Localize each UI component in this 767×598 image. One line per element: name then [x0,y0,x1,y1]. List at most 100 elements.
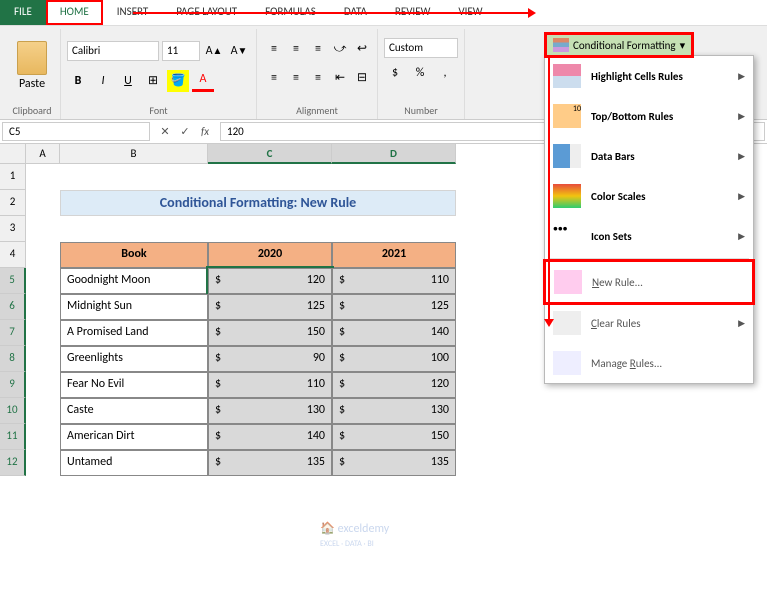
group-label-font: Font [67,102,250,119]
row-header[interactable]: 7 [0,320,26,346]
fx-icon[interactable]: fx [196,125,214,138]
cell[interactable]: A Promised Land [60,320,208,346]
row-header[interactable]: 3 [0,216,26,242]
row-header[interactable]: 5 [0,268,26,294]
menu-icon-sets[interactable]: ●●●Icon Sets▶ [545,216,753,256]
row-header[interactable]: 8 [0,346,26,372]
wrap-text-icon[interactable]: ↩ [351,38,373,60]
align-bottom-icon[interactable]: ≡ [307,38,329,60]
row-header[interactable]: 11 [0,424,26,450]
clipboard-icon [17,41,47,75]
watermark: 🏠 exceldemyEXCEL · DATA · BI [320,521,389,550]
col-header[interactable]: C [208,144,332,164]
cancel-formula-icon[interactable]: ✕ [156,125,174,138]
cell[interactable]: 2021 [332,242,456,268]
dropdown-icon: ▾ [680,39,686,52]
name-box[interactable]: C5 [2,122,150,141]
cf-label: Conditional Formatting [573,39,676,52]
chevron-right-icon: ▶ [738,71,745,82]
merge-icon[interactable]: ⊟ [351,67,373,89]
decrease-font-icon[interactable]: A▼ [228,40,250,62]
cell[interactable]: $150 [332,424,456,450]
cell[interactable]: $110 [208,372,332,398]
fill-color-button[interactable]: 🪣 [167,70,189,92]
chevron-right-icon: ▶ [738,111,745,122]
manage-rules-icon [553,351,581,375]
cell[interactable]: $130 [332,398,456,424]
cell[interactable]: Greenlights [60,346,208,372]
cell[interactable]: $140 [208,424,332,450]
row-header[interactable]: 10 [0,398,26,424]
chevron-right-icon: ▶ [738,151,745,162]
row-header[interactable]: 1 [0,164,26,190]
group-font: Calibri 11 A▲ A▼ B I U ⊞ 🪣 A Font [61,29,257,119]
underline-button[interactable]: U [117,70,139,92]
cell[interactable]: $140 [332,320,456,346]
chevron-right-icon: ▶ [738,318,745,329]
cell[interactable]: $130 [208,398,332,424]
number-format-select[interactable]: Custom [384,38,458,58]
paste-button[interactable]: Paste [10,37,54,95]
col-header[interactable]: A [26,144,60,164]
align-right-icon[interactable]: ≡ [307,67,329,89]
col-header[interactable]: D [332,144,456,164]
cell[interactable]: $110 [332,268,456,294]
menu-color-scales[interactable]: Color Scales▶ [545,176,753,216]
font-name-select[interactable]: Calibri [67,41,159,61]
cell[interactable]: Midnight Sun [60,294,208,320]
tab-home[interactable]: HOME [46,0,103,25]
percent-button[interactable]: % [409,62,431,84]
select-all-corner[interactable] [0,144,26,164]
italic-button[interactable]: I [92,70,114,92]
tab-file[interactable]: FILE [0,0,46,25]
group-label-clipboard: Clipboard [10,102,54,119]
row-header[interactable]: 12 [0,450,26,476]
cell[interactable]: $135 [332,450,456,476]
border-button[interactable]: ⊞ [142,70,164,92]
databars-icon [553,144,581,168]
align-center-icon[interactable]: ≡ [285,67,307,89]
cell[interactable]: $120 [208,268,332,294]
row-header[interactable]: 9 [0,372,26,398]
menu-manage-rules[interactable]: Manage Rules... [545,343,753,383]
cell[interactable]: $125 [208,294,332,320]
cell[interactable]: Conditional Formatting: New Rule [60,190,456,216]
row-header[interactable]: 2 [0,190,26,216]
cell[interactable]: $90 [208,346,332,372]
cell[interactable]: Fear No Evil [60,372,208,398]
group-number: Custom $ % , Number [378,29,465,119]
cell[interactable]: Goodnight Moon [60,268,208,294]
menu-highlight-cells-rules[interactable]: Highlight Cells Rules▶ [545,56,753,96]
menu-data-bars[interactable]: Data Bars▶ [545,136,753,176]
enter-formula-icon[interactable]: ✓ [176,125,194,138]
cell[interactable]: $150 [208,320,332,346]
currency-button[interactable]: $ [384,62,406,84]
col-header[interactable]: B [60,144,208,164]
bold-button[interactable]: B [67,70,89,92]
indent-dec-icon[interactable]: ⇤ [329,67,351,89]
chevron-right-icon: ▶ [738,231,745,242]
cell[interactable]: $120 [332,372,456,398]
conditional-formatting-button[interactable]: Conditional Formatting ▾ [544,32,694,58]
cell[interactable]: American Dirt [60,424,208,450]
cell[interactable]: Book [60,242,208,268]
row-header[interactable]: 6 [0,294,26,320]
cell[interactable]: 2020 [208,242,332,268]
cell[interactable]: $135 [208,450,332,476]
align-top-icon[interactable]: ≡ [263,38,285,60]
menu-clear-rules[interactable]: Clear Rules▶ [545,303,753,343]
align-middle-icon[interactable]: ≡ [285,38,307,60]
align-left-icon[interactable]: ≡ [263,67,285,89]
row-header[interactable]: 4 [0,242,26,268]
comma-button[interactable]: , [434,62,456,84]
font-color-button[interactable]: A [192,70,214,92]
orientation-icon[interactable]: ⤻ [329,38,351,60]
font-size-select[interactable]: 11 [162,41,200,61]
menu-top-bottom-rules[interactable]: 10Top/Bottom Rules▶ [545,96,753,136]
cell[interactable]: $125 [332,294,456,320]
cell[interactable]: Untamed [60,450,208,476]
cell[interactable]: Caste [60,398,208,424]
cell[interactable]: $100 [332,346,456,372]
increase-font-icon[interactable]: A▲ [203,40,225,62]
menu-new-rule[interactable]: New Rule... [543,259,755,305]
